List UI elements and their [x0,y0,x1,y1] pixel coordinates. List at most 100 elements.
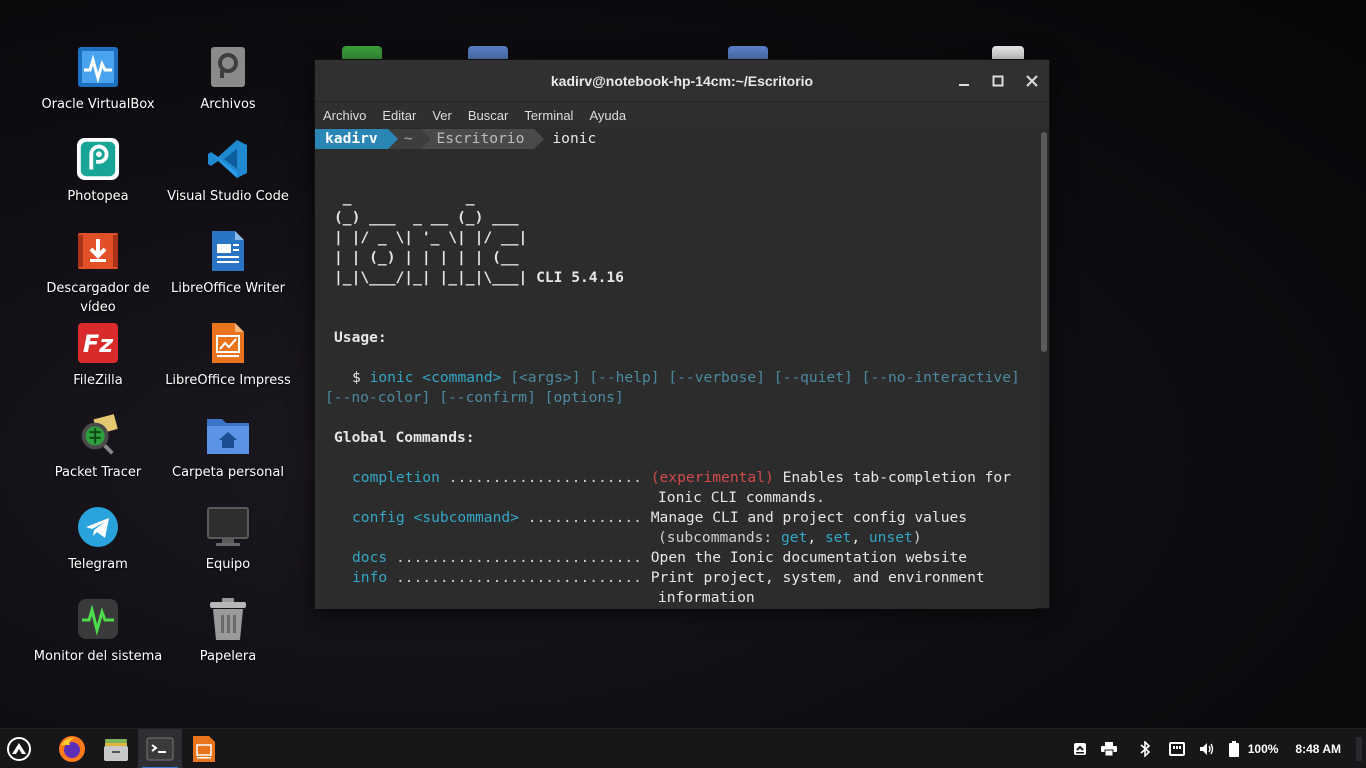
window-controls [947,60,1049,102]
hidden-desktop-icon[interactable] [342,46,382,60]
menu-buscar[interactable]: Buscar [468,108,508,123]
virtualbox-icon [76,45,120,89]
terminal-window[interactable]: kadirv@notebook-hp-14cm:~/Escritorio Arc… [314,59,1050,609]
ascii-line: |_|\___/|_| |_|_|\___| CLI 5.4.16 [334,268,624,288]
prompt-dir: Escritorio [420,129,535,149]
command-dots: ...................... [439,469,642,486]
shell-prompt: kadirv ~ Escritorio ionic [315,129,596,149]
files-icon [206,45,250,89]
menubar: Archivo Editar Ver Buscar Terminal Ayuda [315,102,1049,128]
desktop-icon-virtualbox[interactable]: Oracle VirtualBox [33,45,163,114]
prompt-user: kadirv [315,129,388,149]
menu-terminal[interactable]: Terminal [524,108,573,123]
start-menu-icon [7,736,31,761]
desktop-icon-trash[interactable]: Papelera [163,597,293,666]
desktop-icon-photopea[interactable]: Photopea [33,137,163,206]
desktop-icon-system-monitor[interactable]: Monitor del sistema [33,597,163,666]
desktop-icon-label: Photopea [67,189,129,204]
start-menu-button[interactable] [0,729,38,768]
usage-dollar: $ [352,369,361,386]
filezilla-icon: Fz [76,321,120,365]
ascii-line: _ _ [334,189,475,206]
desktop-icon-home-folder[interactable]: Carpeta personal [163,413,293,482]
usage-options-cont: [--no-color] [--confirm] [options] [325,389,624,406]
network-tray-icon[interactable] [1168,742,1185,756]
terminal-scrollbar[interactable] [1041,132,1047,352]
desktop-icon-filezilla[interactable]: Fz FileZilla [33,321,163,390]
ascii-line: (_) ___ _ __ (_) ___ [334,209,519,226]
command-name: docs [352,549,388,566]
ascii-line: | | (_) | | | | | (__ [334,249,519,266]
desktop-corner-button[interactable] [1356,737,1362,761]
taskbar-firefox[interactable] [50,729,94,768]
desktop-icon-label: LibreOffice Writer [171,281,285,296]
subcommands-prefix: (subcommands: [658,529,782,546]
desktop-icon-telegram[interactable]: Telegram [33,505,163,574]
minimize-button[interactable] [947,60,981,102]
desktop-icon-label: FileZilla [73,373,123,388]
command-desc: Open the Ionic documentation website [650,549,968,566]
desktop-icon-label: Papelera [199,649,257,664]
subcommand: set [824,529,852,546]
command-row: completion ...................... (exper… [352,468,1011,488]
clipboard-tray-icon[interactable] [1073,742,1087,756]
video-downloader-icon [76,229,120,273]
terminal-output[interactable]: kadirv ~ Escritorio ionic _ _ (_) ___ _ … [315,129,1037,609]
taskbar: 100% 8:48 AM [0,728,1366,768]
impress-icon [193,735,215,762]
window-titlebar[interactable]: kadirv@notebook-hp-14cm:~/Escritorio [315,60,1049,102]
global-commands-heading: Global Commands: [334,429,475,446]
window-title: kadirv@notebook-hp-14cm:~/Escritorio [550,72,814,89]
command-row: config <subcommand> ............. Manage… [352,508,967,528]
file-manager-icon [104,738,128,761]
hidden-folder-icon[interactable] [468,46,508,60]
taskbar-terminal[interactable] [138,728,182,768]
desktop-icon-video-downloader[interactable]: Descargador de vídeo [33,229,163,317]
desktop-icon-label: LibreOffice Impress [165,373,291,388]
maximize-button[interactable] [981,60,1015,102]
desktop-icon-label: Equipo [205,557,251,572]
menu-editar[interactable]: Editar [382,108,416,123]
desktop-icon-label: Monitor del sistema [33,649,163,664]
hidden-folder-icon[interactable] [728,46,768,60]
taskbar-file-manager[interactable] [94,729,138,768]
desktop-icon-vscode[interactable]: Visual Studio Code [163,137,293,206]
computer-icon [206,505,250,549]
bluetooth-tray-icon[interactable] [1140,741,1150,757]
menu-ver[interactable]: Ver [432,108,452,123]
subcommand: unset [868,529,913,546]
menu-ayuda[interactable]: Ayuda [589,108,626,123]
svg-text:Fz: Fz [83,330,114,358]
desktop-icon-impress[interactable]: LibreOffice Impress [163,321,293,390]
volume-tray-icon[interactable] [1199,742,1215,756]
battery-tray-icon[interactable] [1228,741,1239,757]
system-monitor-icon [76,597,120,641]
usage-command: ionic <command> [369,369,502,386]
photopea-icon [76,137,120,181]
desktop-icon-label: Packet Tracer [54,465,142,480]
clock[interactable]: 8:48 AM [1295,742,1341,756]
taskbar-impress[interactable] [182,729,226,768]
usage-line: $ ionic <command> [<args>] [--help] [--v… [352,368,1020,388]
impress-icon [206,321,250,365]
command-dots: ............. [518,509,642,526]
desktop-icon-packet-tracer[interactable]: Packet Tracer [33,413,163,482]
hidden-file-icon[interactable] [992,46,1024,60]
menu-archivo[interactable]: Archivo [323,108,366,123]
desktop-icon-label: Visual Studio Code [167,189,289,204]
command-desc: Print project, system, and environment [650,569,985,586]
command-desc: Enables tab-completion for [773,469,1012,486]
desktop-icon-label: Carpeta personal [172,465,284,480]
typed-command: ionic [552,130,597,147]
desktop-icon-archivos[interactable]: Archivos [163,45,293,114]
system-tray: 100% 8:48 AM [1066,729,1366,768]
vscode-icon [206,137,250,181]
command-name: info [352,569,388,586]
desktop-icon-equipo[interactable]: Equipo [163,505,293,574]
close-icon [1026,75,1038,87]
desktop-icon-label: Oracle VirtualBox [41,97,155,112]
close-button[interactable] [1015,60,1049,102]
desktop-icon-label: Descargador de vídeo [46,281,150,315]
printer-tray-icon[interactable] [1100,742,1117,756]
desktop-icon-writer[interactable]: LibreOffice Writer [163,229,293,298]
